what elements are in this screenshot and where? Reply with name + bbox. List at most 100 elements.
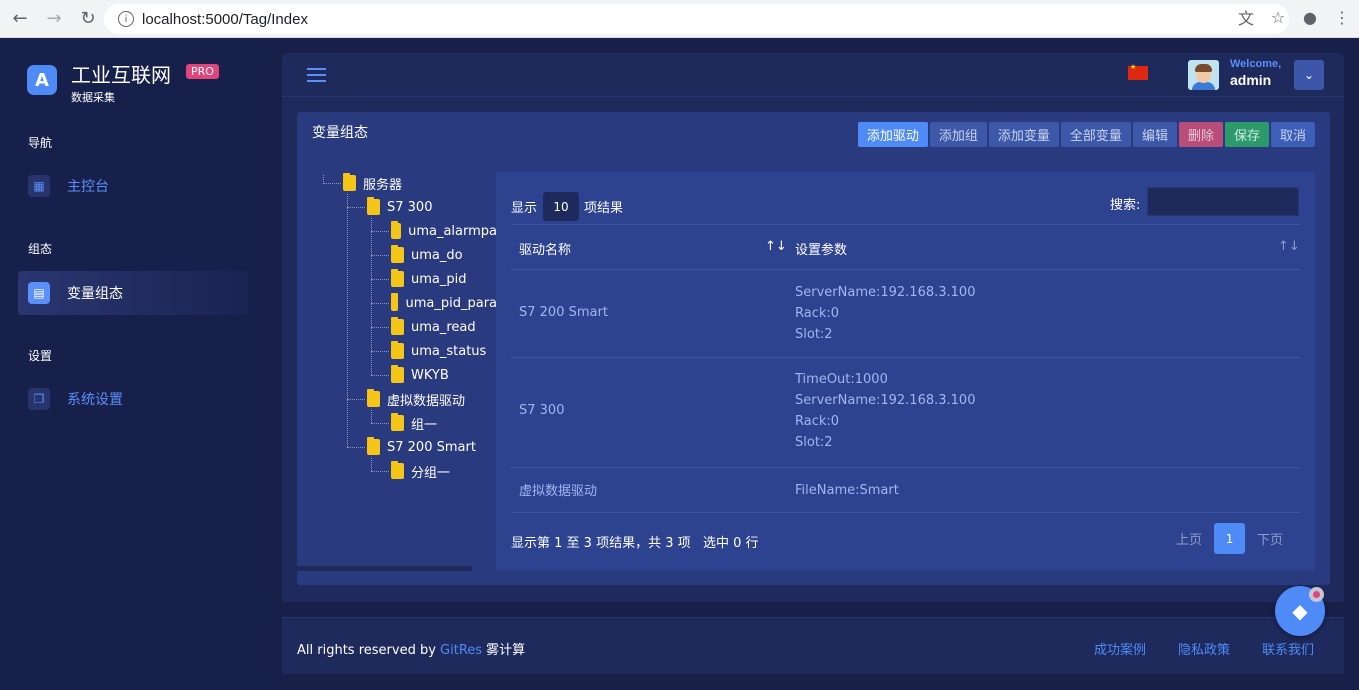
sidebar-item-dashboard[interactable]: ▦ 主控台 xyxy=(18,164,248,208)
card-title: 变量组态 xyxy=(312,125,368,141)
add-group-button[interactable]: 添加组 xyxy=(929,122,987,147)
sidebar-item-label: 系统设置 xyxy=(67,392,123,408)
all-variables-button[interactable]: 全部变量 xyxy=(1060,122,1131,147)
info-icon[interactable]: i xyxy=(118,11,134,27)
welcome-text: Welcome, xyxy=(1230,58,1282,70)
add-driver-button[interactable]: 添加驱动 xyxy=(857,122,928,147)
window-icon: ▤ xyxy=(28,282,50,304)
sort-icon[interactable]: ↑↓ xyxy=(765,239,787,254)
edit-button[interactable]: 编辑 xyxy=(1132,122,1177,147)
sort-icon[interactable]: ↑↓ xyxy=(1278,239,1300,254)
table-row[interactable]: 虚拟数据驱动 FileName:Smart xyxy=(511,468,1300,513)
tree-node-driver[interactable]: S7 200 Smart xyxy=(367,436,476,458)
menu-dots-icon[interactable]: ⋮ xyxy=(1331,6,1353,28)
tree-node-group[interactable]: 分组一 xyxy=(391,460,450,482)
browser-toolbar: ← → ↻ i localhost:5000/Tag/Index 文 ☆ ● ⋮ xyxy=(0,0,1359,38)
translate-icon[interactable]: 文 xyxy=(1235,6,1257,28)
driver-table-panel: 显示 10 项结果 搜索: 驱动名称 ↑↓ 设置参数 ↑↓ S7 200 Sma… xyxy=(496,172,1315,570)
sidebar-item-label: 主控台 xyxy=(67,179,109,195)
eraser-icon: ◆ xyxy=(1292,599,1308,623)
section-label-nav: 导航 xyxy=(28,136,53,150)
folder-icon xyxy=(391,269,404,287)
cancel-button[interactable]: 取消 xyxy=(1270,122,1315,147)
save-button[interactable]: 保存 xyxy=(1224,122,1269,147)
page-length-select[interactable]: 10 xyxy=(543,192,580,221)
prev-page-button[interactable]: 上页 xyxy=(1176,529,1202,548)
folder-icon xyxy=(391,413,404,431)
address-bar[interactable]: i localhost:5000/Tag/Index xyxy=(104,4,1289,34)
driver-tree: 服务器 S7 300 uma_alarmpa uma_do uma_pid um… xyxy=(297,170,497,566)
add-variable-button[interactable]: 添加变量 xyxy=(988,122,1059,147)
column-header-params[interactable]: 设置参数 xyxy=(795,239,847,258)
reload-icon[interactable]: ↻ xyxy=(74,5,102,33)
chevron-down-icon[interactable]: ⌄ xyxy=(1294,60,1324,90)
tree-node-driver[interactable]: S7 300 xyxy=(367,196,432,218)
table-row[interactable]: S7 200 Smart ServerName:192.168.3.100 Ra… xyxy=(511,270,1300,358)
column-header-driver-name[interactable]: 驱动名称 xyxy=(519,239,571,258)
folder-icon xyxy=(367,437,380,455)
forward-arrow-icon[interactable]: → xyxy=(40,5,68,33)
gitres-link[interactable]: GitRes xyxy=(440,643,482,658)
search-label: 搜索: xyxy=(1110,198,1141,213)
username: admin xyxy=(1230,72,1272,88)
page-number-button[interactable]: 1 xyxy=(1214,523,1246,554)
brand-logo-icon: A xyxy=(27,65,57,95)
tree-node-server[interactable]: 服务器 xyxy=(343,172,402,194)
folder-icon xyxy=(391,317,404,335)
tree-node-group[interactable]: 组一 xyxy=(391,412,437,434)
footer: All rights reserved by GitRes 雾计算 成功案例 隐… xyxy=(282,617,1344,674)
pagination: 上页 1 下页 xyxy=(1176,523,1283,554)
sidebar-item-tag-config[interactable]: ▤ 变量组态 xyxy=(18,271,248,315)
brand[interactable]: A 工业互联网 数据采集 xyxy=(27,63,171,105)
folder-icon xyxy=(367,389,380,407)
sidebar: A 工业互联网 数据采集 导航 ▦ 主控台 组态 ▤ 变量组态 设置 ❐ 系统设… xyxy=(0,38,270,690)
hamburger-menu-icon[interactable] xyxy=(307,68,326,82)
tree-node-group[interactable]: WKYB xyxy=(391,364,449,386)
next-page-button[interactable]: 下页 xyxy=(1257,529,1283,548)
tree-node-group[interactable]: uma_read xyxy=(391,316,476,338)
copyright: All rights reserved by GitRes 雾计算 xyxy=(297,643,526,658)
folder-icon xyxy=(391,461,404,479)
footer-link-privacy[interactable]: 隐私政策 xyxy=(1178,639,1230,658)
section-label-config: 组态 xyxy=(28,242,53,256)
tree-node-group[interactable]: uma_pid_para xyxy=(391,292,497,314)
pro-badge: PRO xyxy=(186,64,219,79)
footer-link-cases[interactable]: 成功案例 xyxy=(1094,639,1146,658)
tree-scrollbar[interactable] xyxy=(297,566,472,571)
sidebar-item-system-settings[interactable]: ❐ 系统设置 xyxy=(18,377,248,421)
account-icon[interactable]: ● xyxy=(1299,6,1321,28)
tree-node-group[interactable]: uma_alarmpa xyxy=(391,220,497,242)
url-text: localhost:5000/Tag/Index xyxy=(142,10,308,28)
sidebar-item-label: 变量组态 xyxy=(67,286,123,302)
avatar[interactable] xyxy=(1188,60,1219,90)
folder-icon xyxy=(391,341,404,359)
table-info: 显示第 1 至 3 项结果，共 3 项 选中 0 行 xyxy=(511,536,759,551)
page-length-control: 显示 10 项结果 xyxy=(511,192,623,221)
footer-link-contact[interactable]: 联系我们 xyxy=(1262,639,1314,658)
footer-links: 成功案例 隐私政策 联系我们 xyxy=(1094,639,1314,658)
tree-node-group[interactable]: uma_do xyxy=(391,244,463,266)
delete-button[interactable]: 删除 xyxy=(1178,122,1223,147)
dashboard-icon: ▦ xyxy=(28,175,50,197)
folder-icon xyxy=(391,221,402,239)
toolbar: 添加驱动 添加组 添加变量 全部变量 编辑 删除 保存 取消 xyxy=(857,122,1315,147)
folder-icon xyxy=(367,197,380,215)
topbar: Welcome, admin ⌄ xyxy=(282,53,1344,97)
tag-config-card: 变量组态 添加驱动 添加组 添加变量 全部变量 编辑 删除 保存 取消 服务器 … xyxy=(297,112,1330,585)
folder-icon xyxy=(343,173,356,191)
china-flag-icon[interactable] xyxy=(1128,63,1148,80)
tree-node-group[interactable]: uma_status xyxy=(391,340,486,362)
star-icon[interactable]: ☆ xyxy=(1267,6,1289,28)
table-row[interactable]: S7 300 TimeOut:1000 ServerName:192.168.3… xyxy=(511,358,1300,468)
tree-node-group[interactable]: uma_pid xyxy=(391,268,467,290)
tree-node-driver[interactable]: 虚拟数据驱动 xyxy=(367,388,465,410)
section-label-settings: 设置 xyxy=(28,349,53,363)
notification-dot xyxy=(1309,587,1324,602)
brand-title: 工业互联网 xyxy=(71,63,171,87)
back-arrow-icon[interactable]: ← xyxy=(6,5,34,33)
folder-icon xyxy=(391,293,399,311)
search-input[interactable] xyxy=(1147,187,1299,216)
folder-icon xyxy=(391,245,404,263)
brand-subtitle: 数据采集 xyxy=(71,91,115,104)
selected-count: 选中 0 行 xyxy=(703,536,759,551)
